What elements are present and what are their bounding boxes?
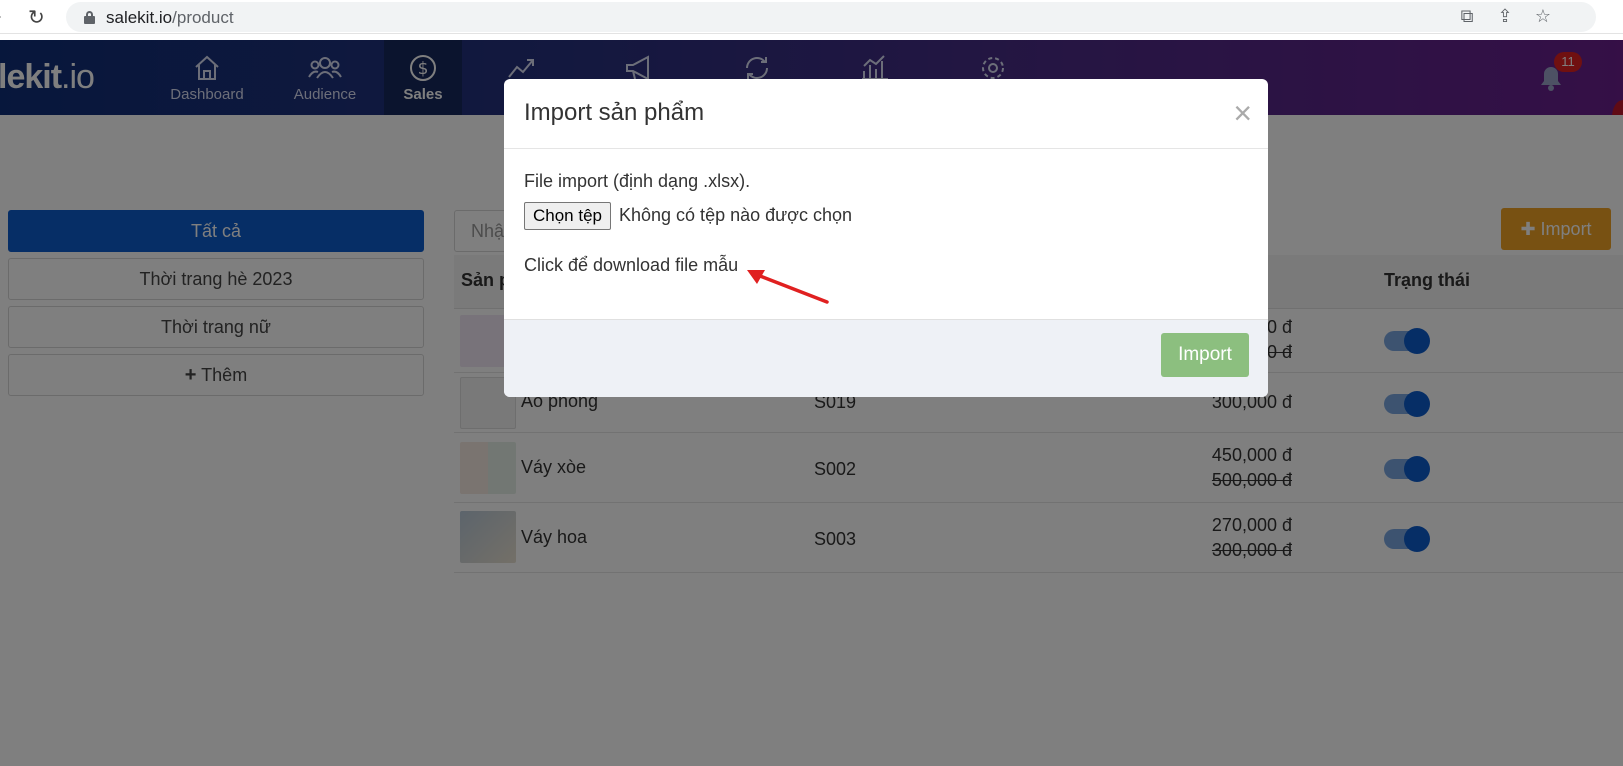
- modal-body: File import (định dạng .xlsx). Chọn tệp …: [504, 149, 1268, 319]
- browser-toolbar: › ↻ salekit.io/product ⧉ ⇪ ☆: [0, 0, 1623, 34]
- share-icon[interactable]: ⇪: [1495, 6, 1515, 26]
- modal-title: Import sản phẩm: [524, 99, 705, 126]
- file-status-text: Không có tệp nào được chọn: [619, 205, 853, 225]
- address-bar[interactable]: salekit.io/product: [66, 2, 1596, 32]
- annotation-arrow: [747, 270, 829, 304]
- lock-icon: [84, 11, 95, 24]
- modal-footer: Import: [504, 319, 1268, 397]
- url-text: salekit.io/product: [106, 8, 234, 27]
- bookmark-star-icon[interactable]: ☆: [1533, 6, 1553, 26]
- forward-icon[interactable]: ›: [0, 8, 1, 26]
- download-template-link[interactable]: Click để download file mẫu: [524, 255, 738, 276]
- close-icon[interactable]: ×: [1233, 97, 1252, 129]
- reload-icon[interactable]: ↻: [28, 5, 45, 30]
- import-modal: Import sản phẩm × File import (định dạng…: [504, 79, 1268, 397]
- modal-header: Import sản phẩm ×: [504, 79, 1268, 149]
- file-import-label: File import (định dạng .xlsx).: [524, 171, 751, 191]
- translate-icon[interactable]: ⧉: [1457, 6, 1477, 26]
- import-submit-button[interactable]: Import: [1161, 333, 1249, 377]
- choose-file-button[interactable]: Chọn tệp: [524, 202, 611, 230]
